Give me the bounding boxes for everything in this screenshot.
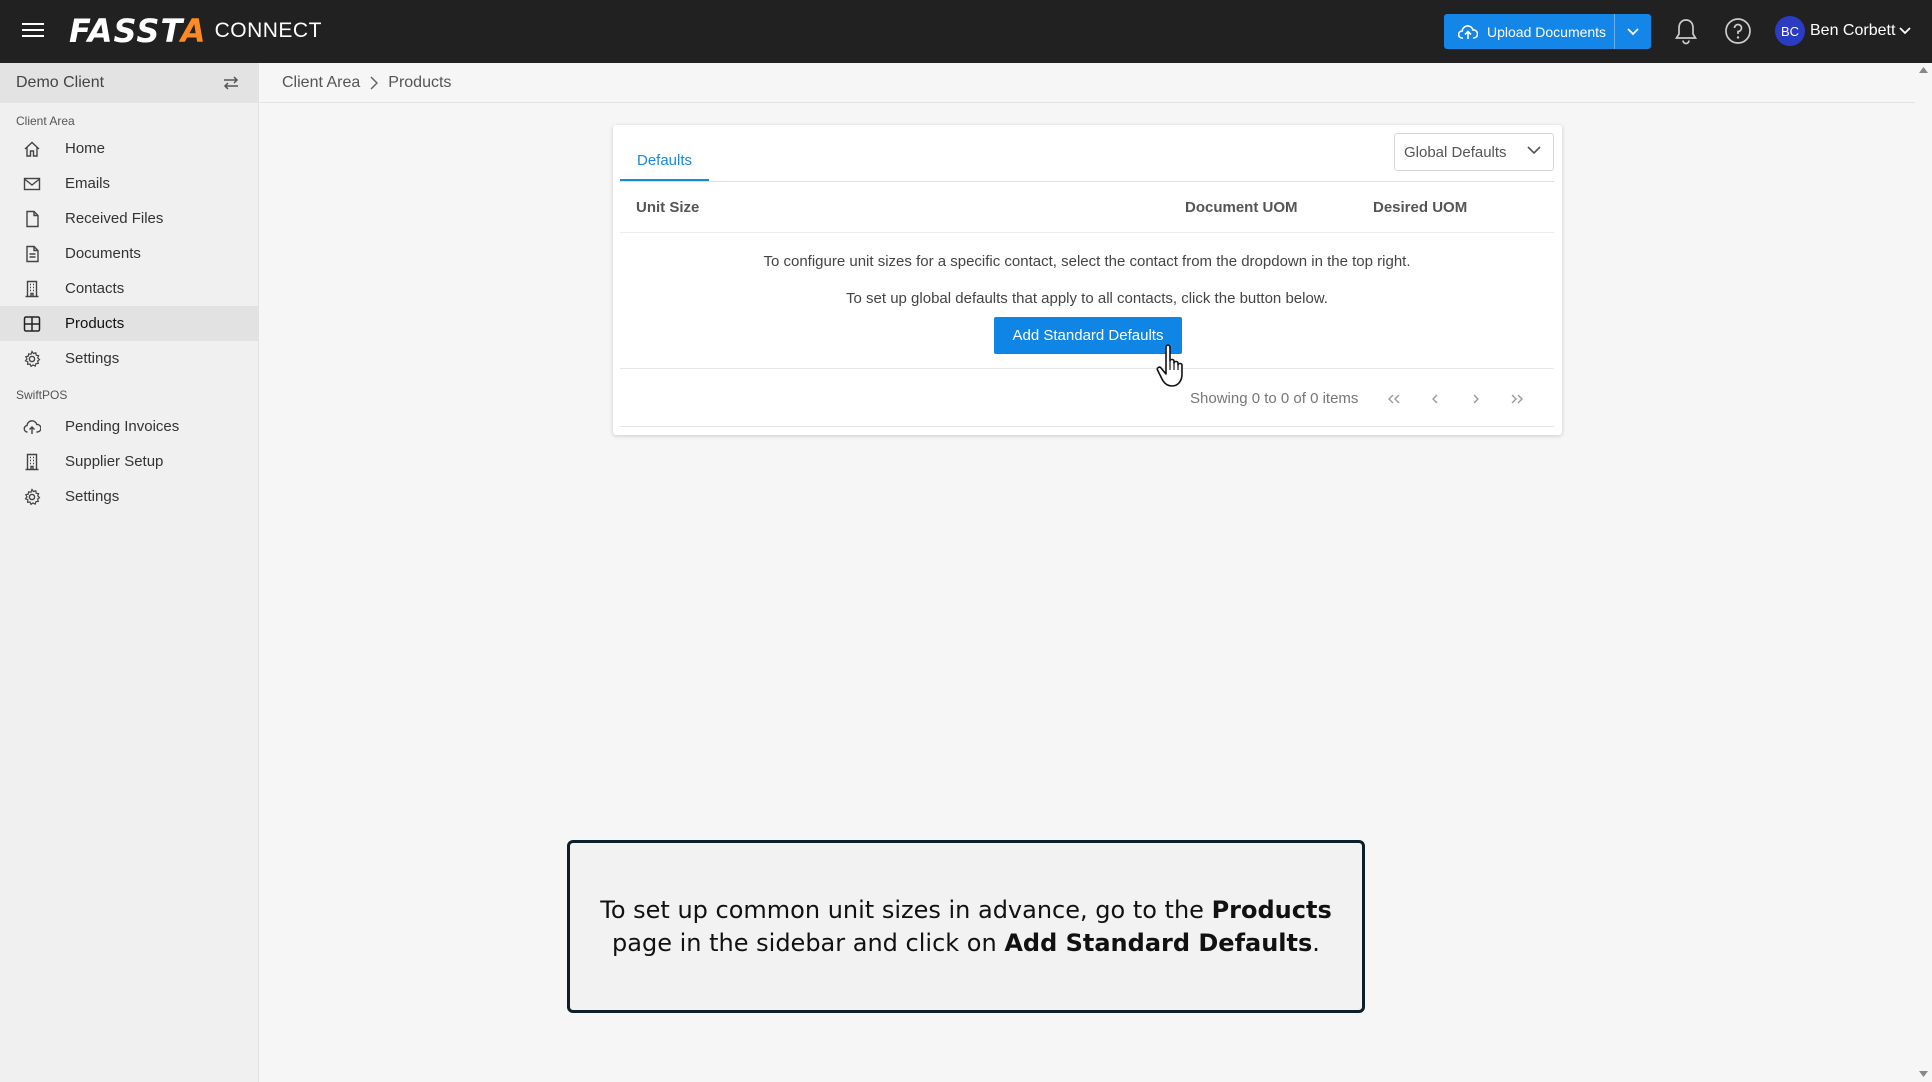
- sidebar-item-label: Pending Invoices: [65, 418, 180, 435]
- sidebar-item-label: Contacts: [65, 280, 125, 297]
- sidebar-item-documents[interactable]: Documents: [0, 236, 258, 271]
- caption-text-3: .: [1312, 928, 1320, 957]
- chevron-left-icon: [1432, 394, 1438, 404]
- tab-defaults[interactable]: Defaults: [620, 147, 709, 182]
- scroll-down-arrow-icon[interactable]: [1919, 1071, 1928, 1077]
- sidebar-item-label: Received Files: [65, 210, 164, 227]
- hand-cursor-icon: [1156, 344, 1183, 387]
- section-label-swiftpos: SwiftPOS: [16, 388, 68, 402]
- help-icon[interactable]: [1724, 17, 1752, 45]
- sidebar-item-supplier-setup[interactable]: Supplier Setup: [0, 444, 258, 479]
- building-icon: [25, 453, 39, 471]
- upload-options-toggle[interactable]: [1614, 14, 1651, 49]
- breadcrumb-products: Products: [388, 73, 452, 91]
- contact-select[interactable]: Global Defaults: [1394, 133, 1554, 171]
- avatar: BC: [1775, 16, 1805, 46]
- column-header-document-uom[interactable]: Document UOM: [1185, 199, 1298, 216]
- building-icon: [25, 280, 39, 298]
- user-name: Ben Corbett: [1810, 22, 1896, 39]
- tab-divider: [620, 181, 1554, 182]
- previous-page-button[interactable]: [1425, 390, 1445, 408]
- double-chevron-left-icon: [1388, 394, 1400, 404]
- chevron-down-icon: [1627, 27, 1639, 35]
- home-icon: [24, 141, 40, 157]
- logo-subtitle: CONNECT: [214, 19, 322, 42]
- caption-text-1: To set up common unit sizes in advance, …: [600, 895, 1212, 924]
- sidebar-item-label: Supplier Setup: [65, 453, 164, 470]
- row-divider: [620, 368, 1554, 369]
- upload-documents-button[interactable]: Upload Documents: [1444, 14, 1651, 49]
- grid-icon: [23, 316, 41, 332]
- sidebar-item-received-files[interactable]: Received Files: [0, 201, 258, 236]
- user-menu[interactable]: BC Ben Corbett: [1775, 16, 1912, 46]
- sidebar-item-swiftpos-settings[interactable]: Settings: [0, 479, 258, 514]
- gear-icon: [24, 350, 41, 368]
- sidebar-item-products[interactable]: Products: [0, 306, 258, 341]
- chevron-down-icon: [1899, 27, 1912, 35]
- sidebar-item-label: Emails: [65, 175, 111, 192]
- mail-icon: [23, 177, 41, 191]
- column-header-desired-uom[interactable]: Desired UOM: [1373, 199, 1467, 216]
- sidebar-item-label: Home: [65, 140, 106, 157]
- section-label-client-area: Client Area: [16, 114, 75, 128]
- scroll-up-arrow-icon[interactable]: [1919, 67, 1928, 73]
- sidebar-item-label: Products: [65, 315, 125, 332]
- first-page-button[interactable]: [1384, 390, 1404, 408]
- swap-icon[interactable]: [222, 74, 240, 92]
- last-page-button[interactable]: [1507, 390, 1527, 408]
- sidebar-item-label: Documents: [65, 245, 141, 262]
- upload-documents-label: Upload Documents: [1487, 23, 1607, 40]
- top-bar: FASSTA CONNECT Upload Documents BC Ben C…: [0, 0, 1932, 63]
- sidebar-item-contacts[interactable]: Contacts: [0, 271, 258, 306]
- caption-text-2: page in the sidebar and click on: [612, 928, 1005, 957]
- caption-bold-add-standard-defaults: Add Standard Defaults: [1004, 928, 1313, 957]
- sidebar-item-label: Settings: [65, 488, 120, 505]
- caption-bold-products: Products: [1211, 895, 1332, 924]
- sidebar-item-home[interactable]: Home: [0, 131, 258, 166]
- double-chevron-right-icon: [1511, 394, 1523, 404]
- instruction-caption: To set up common unit sizes in advance, …: [567, 840, 1365, 1013]
- chevron-down-icon: [1527, 146, 1541, 155]
- sidebar-item-label: Settings: [65, 350, 120, 367]
- empty-message-global: To set up global defaults that apply to …: [846, 290, 1328, 307]
- sidebar-item-emails[interactable]: Emails: [0, 166, 258, 201]
- client-switcher[interactable]: Demo Client: [0, 63, 258, 103]
- footer-divider: [620, 426, 1554, 427]
- pagination-info: Showing 0 to 0 of 0 items: [1190, 390, 1359, 407]
- chevron-right-icon: [370, 75, 379, 90]
- logo-accent-letter: A: [180, 12, 207, 50]
- add-standard-defaults-button[interactable]: Add Standard Defaults: [994, 317, 1182, 354]
- contact-select-value: Global Defaults: [1404, 143, 1507, 161]
- scrollbar[interactable]: [1915, 63, 1932, 1082]
- bell-icon[interactable]: [1673, 17, 1699, 45]
- empty-message-contact: To configure unit sizes for a specific c…: [763, 253, 1411, 270]
- header-divider: [620, 232, 1554, 233]
- client-name: Demo Client: [16, 74, 105, 91]
- menu-icon[interactable]: [22, 19, 44, 41]
- app-logo[interactable]: FASSTA CONNECT: [69, 11, 322, 51]
- sidebar-item-pending-invoices[interactable]: Pending Invoices: [0, 409, 258, 444]
- breadcrumb: Client Area Products: [260, 63, 1915, 103]
- document-icon: [26, 245, 39, 263]
- column-header-unit-size[interactable]: Unit Size: [636, 199, 699, 216]
- cloud-upload-icon: [1458, 24, 1478, 39]
- sidebar: Demo Client Client Area Home Emails Rece…: [0, 63, 259, 1082]
- breadcrumb-client-area[interactable]: Client Area: [282, 74, 360, 92]
- sidebar-item-settings[interactable]: Settings: [0, 341, 258, 376]
- chevron-right-icon: [1473, 394, 1479, 404]
- logo-text: FASST: [69, 12, 181, 50]
- cloud-upload-icon: [23, 420, 41, 434]
- gear-icon: [24, 488, 41, 506]
- file-icon: [26, 210, 39, 228]
- next-page-button[interactable]: [1466, 390, 1486, 408]
- instruction-text: To set up common unit sizes in advance, …: [586, 894, 1346, 960]
- defaults-card: Defaults Global Defaults Unit Size Docum…: [613, 125, 1562, 435]
